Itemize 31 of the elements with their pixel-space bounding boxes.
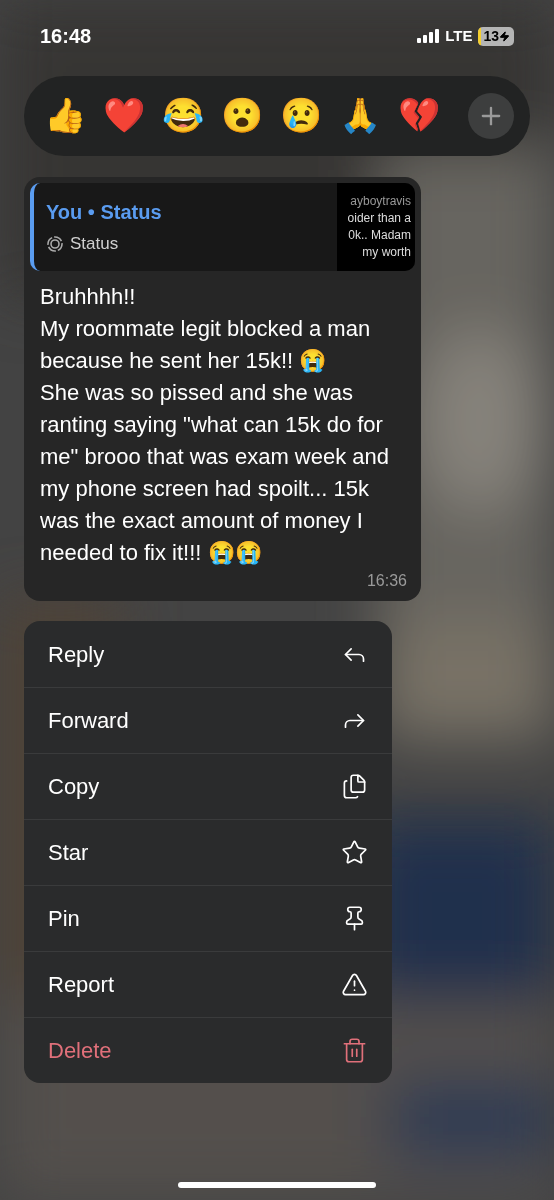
message-time: 16:36 bbox=[366, 571, 407, 591]
reaction-emoji[interactable]: 😂 bbox=[162, 92, 204, 140]
quoted-status[interactable]: You • Status Status ayboytravis oider than a 0k.. Madam my worth bbox=[30, 183, 415, 271]
network-label: LTE bbox=[445, 25, 473, 46]
status-icon bbox=[46, 235, 64, 253]
reaction-emoji[interactable]: 👍 bbox=[44, 92, 86, 140]
reaction-emoji[interactable]: ❤ bbox=[103, 92, 145, 140]
thumbnail-text: ayboytravis bbox=[350, 193, 411, 210]
quote-title: You • Status bbox=[46, 200, 163, 226]
warning-icon bbox=[341, 971, 368, 998]
menu-item[interactable]: Pin bbox=[24, 885, 392, 951]
trash-icon bbox=[341, 1037, 368, 1064]
menu-item[interactable]: Report bbox=[24, 951, 392, 1017]
reaction-emoji[interactable]: 🙏 bbox=[339, 92, 381, 140]
thumbnail-text: 0k.. Madam bbox=[348, 227, 411, 244]
thumbnail-text: oider than a bbox=[347, 210, 411, 227]
clock: 16:48 bbox=[40, 24, 92, 49]
message-text: Bruhhhh!! My roommate legit blocked a man because he sent her 15k!! 😭 She was so pissed and she was ranting saying "what can 15k do for me" brooo that was exam week and my phone screen had spoilt... 15k was the exact amount of money I needed to fix it!!! 😭😭 bbox=[39, 283, 390, 567]
star-icon bbox=[341, 839, 368, 866]
menu-item[interactable]: Star bbox=[24, 819, 392, 885]
menu-item[interactable]: Forward bbox=[24, 687, 392, 753]
menu-item[interactable]: Copy bbox=[24, 753, 392, 819]
add-reaction-button[interactable] bbox=[468, 93, 514, 139]
menu-item[interactable]: Reply bbox=[24, 621, 392, 687]
reaction-emoji[interactable]: 😮 bbox=[221, 92, 263, 140]
quote-subtitle: Status bbox=[70, 233, 119, 256]
signal-icon bbox=[417, 29, 440, 43]
thumbnail-text: my worth bbox=[362, 244, 411, 261]
reaction-emoji[interactable]: 😢 bbox=[280, 92, 322, 140]
copy-icon bbox=[341, 773, 368, 800]
reaction-emoji[interactable]: 💔 bbox=[398, 92, 440, 140]
